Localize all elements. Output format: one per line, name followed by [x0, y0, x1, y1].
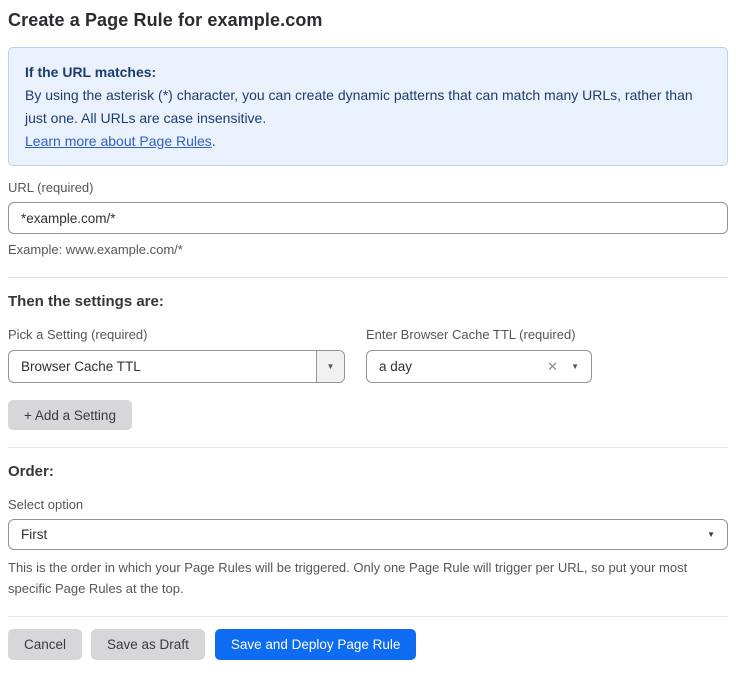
settings-row: Pick a Setting (required) Browser Cache …	[8, 310, 728, 383]
setting-picker-caret-button[interactable]: ▼	[316, 351, 344, 382]
ttl-picker-label: Enter Browser Cache TTL (required)	[366, 327, 592, 342]
order-select[interactable]: First ▼	[8, 519, 728, 550]
order-section-heading: Order:	[8, 463, 728, 480]
footer-actions: Cancel Save as Draft Save and Deploy Pag…	[8, 629, 728, 660]
divider-footer	[8, 616, 728, 617]
ttl-picker-dropdown[interactable]: a day ✕ ▼	[366, 350, 592, 383]
url-match-info-box: If the URL matches: By using the asteris…	[8, 47, 728, 166]
ttl-picker-column: Enter Browser Cache TTL (required) a day…	[366, 310, 592, 383]
divider-order	[8, 447, 728, 448]
page-title: Create a Page Rule for example.com	[8, 8, 728, 31]
order-help-text: This is the order in which your Page Rul…	[8, 557, 722, 599]
cancel-button[interactable]: Cancel	[8, 629, 82, 660]
url-field-label: URL (required)	[8, 180, 728, 195]
learn-more-link[interactable]: Learn more about Page Rules	[25, 133, 212, 149]
caret-down-icon: ▼	[327, 363, 335, 371]
setting-picker-label: Pick a Setting (required)	[8, 327, 345, 342]
ttl-picker-value: a day	[367, 359, 547, 374]
info-link-suffix: .	[212, 133, 216, 149]
setting-picker-column: Pick a Setting (required) Browser Cache …	[8, 310, 345, 383]
info-box-heading: If the URL matches:	[25, 61, 711, 84]
order-selected-option: First	[21, 527, 47, 542]
divider-settings	[8, 277, 728, 278]
setting-picker-value: Browser Cache TTL	[9, 359, 316, 374]
add-setting-button[interactable]: + Add a Setting	[8, 400, 132, 430]
create-page-rule-panel: Create a Page Rule for example.com If th…	[0, 0, 736, 660]
settings-section-heading: Then the settings are:	[8, 293, 728, 310]
info-box-body: By using the asterisk (*) character, you…	[25, 84, 711, 130]
info-box-link-line: Learn more about Page Rules.	[25, 130, 711, 153]
url-field-help: Example: www.example.com/*	[8, 240, 728, 260]
order-select-label: Select option	[8, 497, 728, 512]
url-input[interactable]	[8, 202, 728, 234]
clear-selection-icon[interactable]: ✕	[547, 360, 558, 373]
save-and-deploy-button[interactable]: Save and Deploy Page Rule	[215, 629, 417, 660]
caret-down-icon: ▼	[707, 531, 715, 539]
ttl-picker-controls: ✕ ▼	[547, 360, 591, 373]
caret-down-icon[interactable]: ▼	[571, 363, 579, 371]
setting-picker-dropdown[interactable]: Browser Cache TTL ▼	[8, 350, 345, 383]
save-as-draft-button[interactable]: Save as Draft	[91, 629, 205, 660]
